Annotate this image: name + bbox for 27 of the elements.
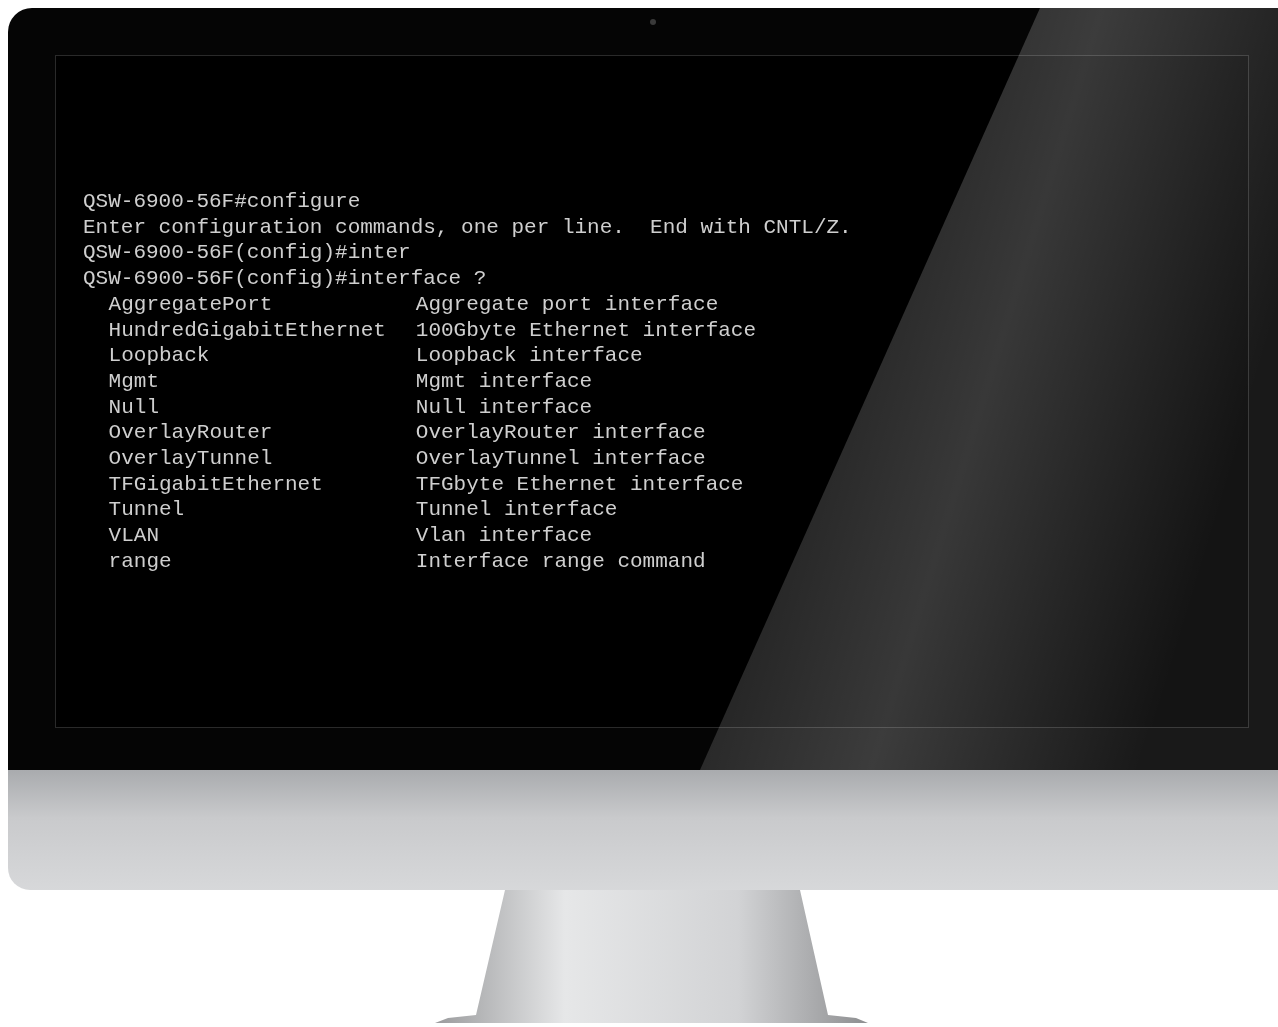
interface-description: Loopback interface: [415, 343, 644, 369]
terminal-line: QSW-6900-56F(config)#inter: [83, 241, 411, 265]
interface-name: OverlayRouter: [108, 421, 273, 445]
interface-description: 100Gbyte Ethernet interface: [415, 317, 758, 344]
interface-name: TFGigabitEthernet: [108, 472, 323, 496]
interface-description: Aggregate port interface: [415, 291, 720, 318]
interface-description: OverlayTunnel interface: [415, 446, 707, 472]
interface-name: AggregatePort: [108, 292, 273, 316]
interface-description: Tunnel interface: [415, 497, 619, 524]
interface-description: Null interface: [415, 394, 594, 421]
terminal-line: QSW-6900-56F#configure: [83, 190, 361, 213]
interface-description: Interface range command: [415, 548, 707, 575]
interface-name: range: [108, 549, 172, 573]
terminal-line: Enter configuration commands, one per line. End with CNTL/Z.: [83, 215, 852, 239]
interface-description: OverlayRouter interface: [415, 420, 707, 447]
interface-name: VLAN: [108, 524, 159, 548]
interface-name: Tunnel: [108, 498, 185, 522]
interface-name: OverlayTunnel: [108, 447, 273, 471]
terminal-line: QSW-6900-56F(config)#interface ?: [83, 267, 487, 291]
interface-description: Vlan interface: [415, 523, 594, 549]
interface-description: TFGbyte Ethernet interface: [415, 471, 745, 498]
interface-name: Null: [108, 395, 159, 419]
camera-icon: [650, 19, 656, 25]
interface-description: Mgmt interface: [415, 368, 594, 395]
interface-name: HundredGigabitEthernet: [108, 318, 386, 342]
interface-name: Mgmt: [108, 369, 159, 393]
interface-name: Loopback: [108, 344, 210, 368]
